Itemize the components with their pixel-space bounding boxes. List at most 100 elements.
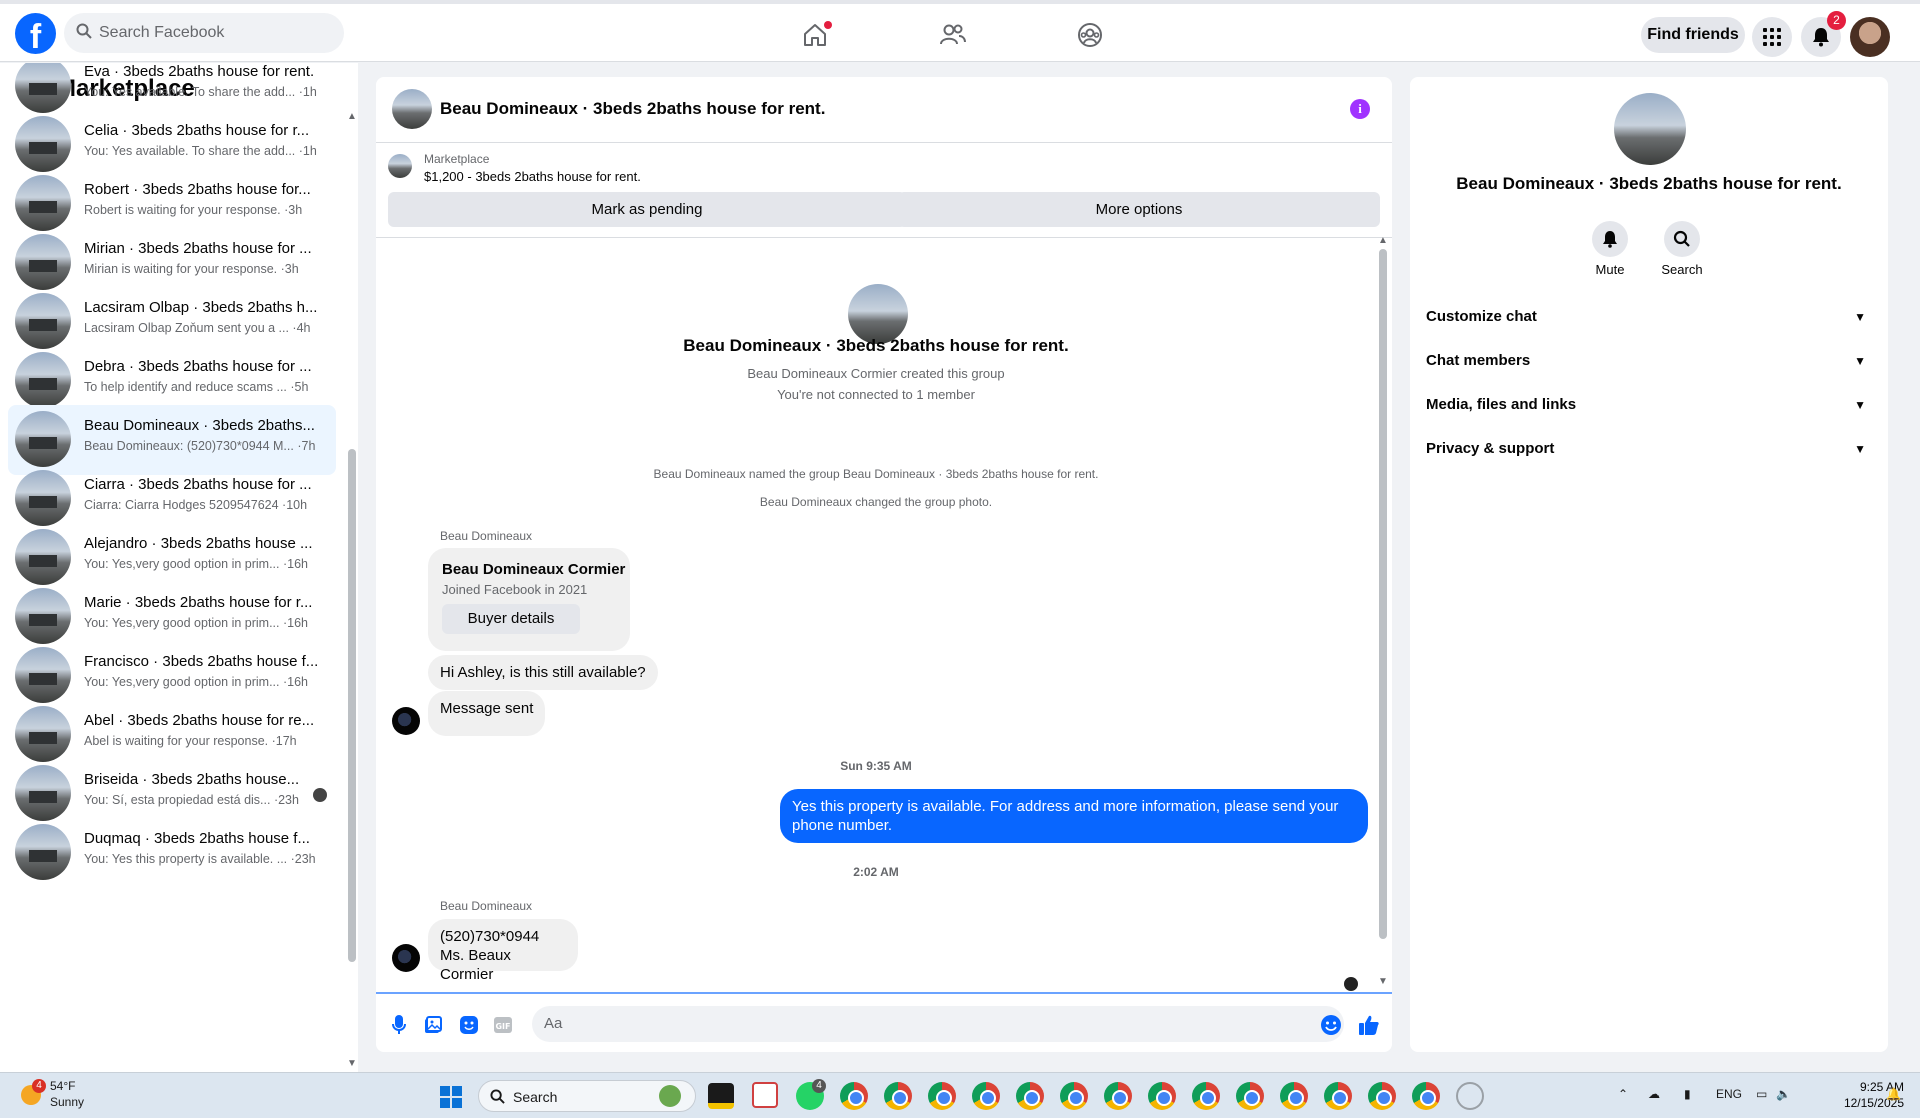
scroll-down-arrow-icon[interactable]: ▼ — [1378, 976, 1388, 987]
sticky-notes-icon[interactable] — [708, 1083, 734, 1109]
thumbs-up-icon[interactable] — [1358, 1014, 1380, 1036]
chevron-up-icon[interactable]: ⌃ — [1618, 1087, 1628, 1101]
read-receipt-avatar — [1344, 977, 1358, 991]
media-files-links-section[interactable]: Media, files and links ▼ — [1426, 387, 1872, 423]
chrome-icon[interactable] — [1368, 1082, 1396, 1110]
language-indicator[interactable]: ENG — [1716, 1087, 1742, 1101]
search-label[interactable]: Search — [1642, 262, 1722, 277]
marketplace-listing-row[interactable]: Marketplace $1,200 - 3beds 2baths house … — [376, 143, 1392, 193]
friends-icon[interactable] — [933, 18, 973, 52]
conversation-title: Robert · 3beds 2baths house for... — [84, 181, 311, 198]
sender-avatar[interactable] — [392, 944, 420, 972]
groups-icon[interactable] — [1070, 18, 1110, 52]
buyer-name: Beau Domineaux Cormier — [442, 561, 626, 578]
message-area[interactable]: Beau Domineaux · 3beds 2baths house for … — [376, 235, 1392, 994]
conversation-snippet: You: Yes,very good option in prim... ·16… — [84, 616, 308, 630]
conversation-title: Lacsiram Olbap · 3beds 2baths h... — [84, 299, 318, 316]
scroll-up-arrow-icon[interactable]: ▲ — [347, 111, 357, 122]
group-avatar — [848, 284, 908, 344]
conversation-snippet: Abel is waiting for your response. ·17h — [84, 734, 297, 748]
chrome-icon[interactable] — [1192, 1082, 1220, 1110]
emoji-icon[interactable] — [1320, 1014, 1342, 1036]
snipping-tool-icon[interactable] — [752, 1082, 778, 1108]
windows-start-icon[interactable] — [440, 1086, 462, 1108]
conversation-snippet: You: Yes available. To share the add... … — [84, 144, 317, 158]
group-name: Beau Domineaux · 3beds 2baths house for … — [683, 336, 1069, 355]
scroll-down-arrow-icon[interactable]: ▼ — [347, 1058, 357, 1069]
conversation-snippet: You: Yes available. To share the add... … — [84, 85, 317, 99]
chrome-icon[interactable] — [1324, 1082, 1352, 1110]
search-icon[interactable] — [1664, 221, 1700, 257]
taskbar-search-input[interactable]: Search — [478, 1080, 696, 1112]
conversation-title: Briseida · 3beds 2baths house... — [84, 771, 300, 788]
volume-icon[interactable]: 🔈 — [1776, 1087, 1791, 1101]
customize-chat-section[interactable]: Customize chat ▼ — [1426, 299, 1872, 335]
chat-scrollbar[interactable] — [1379, 249, 1387, 939]
microphone-icon[interactable] — [388, 1014, 410, 1036]
menu-grid-icon[interactable] — [1752, 17, 1792, 57]
chrome-icon[interactable] — [1280, 1082, 1308, 1110]
notification-bell-icon[interactable]: 🔔 — [1886, 1087, 1901, 1101]
conversation-avatar — [15, 529, 71, 585]
photo-icon[interactable] — [422, 1014, 444, 1036]
privacy-support-section[interactable]: Privacy & support ▼ — [1426, 431, 1872, 467]
conversation-snippet: Mirian is waiting for your response. ·3h — [84, 262, 299, 276]
marketplace-conversation-list: Marketplace Eva · 3beds 2baths house for… — [0, 63, 358, 1072]
chat-header: Beau Domineaux · 3beds 2baths house for … — [376, 77, 1392, 143]
chrome-icon[interactable] — [884, 1082, 912, 1110]
conversation-title: Celia · 3beds 2baths house for r... — [84, 122, 310, 139]
chrome-icon[interactable] — [1104, 1082, 1132, 1110]
incoming-message[interactable]: Message sent — [428, 691, 546, 736]
sender-name: Beau Domineaux — [440, 899, 533, 913]
chat-title[interactable]: Beau Domineaux · 3beds 2baths house for … — [440, 99, 825, 119]
scroll-up-arrow-icon[interactable]: ▲ — [1378, 235, 1388, 246]
message-composer-input[interactable]: Aa — [532, 1006, 1344, 1042]
conversation-item[interactable]: Duqmaq · 3beds 2baths house f... You: Yes… — [8, 818, 336, 888]
mute-label[interactable]: Mute — [1570, 262, 1650, 277]
chat-members-section[interactable]: Chat members ▼ — [1426, 343, 1872, 379]
cloud-offline-icon[interactable]: ☁ — [1648, 1087, 1660, 1101]
chat-avatar[interactable] — [392, 89, 432, 129]
page-scrollbar[interactable] — [1906, 63, 1920, 1072]
outgoing-message[interactable]: Yes this property is available. For addr… — [780, 789, 1368, 843]
find-friends-button[interactable]: Find friends — [1641, 17, 1745, 53]
chat-details-panel: Beau Domineaux · 3beds 2baths house for … — [1410, 77, 1888, 1052]
chrome-icon[interactable] — [928, 1082, 956, 1110]
mute-bell-icon[interactable] — [1592, 221, 1628, 257]
chrome-icon[interactable] — [1412, 1082, 1440, 1110]
chrome-icon[interactable] — [1016, 1082, 1044, 1110]
facebook-logo-icon[interactable]: f — [15, 13, 56, 54]
chrome-icon[interactable] — [972, 1082, 1000, 1110]
group-avatar-large[interactable] — [1614, 93, 1686, 165]
buyer-details-button[interactable]: Buyer details — [442, 604, 580, 634]
search-icon — [76, 23, 92, 39]
search-facebook-input[interactable]: Search Facebook — [64, 13, 344, 53]
chrome-icon[interactable] — [1148, 1082, 1176, 1110]
info-icon[interactable]: i — [1350, 99, 1370, 119]
group-created-text: Beau Domineaux Cormier created this grou… — [747, 366, 1005, 381]
incoming-message[interactable]: Hi Ashley, is this still available? — [428, 655, 658, 690]
app-icon[interactable] — [1456, 1082, 1484, 1110]
conversation-title: Francisco · 3beds 2baths house f... — [84, 653, 319, 670]
chrome-icon[interactable] — [1060, 1082, 1088, 1110]
conversation-avatar — [15, 470, 71, 526]
whatsapp-badge: 4 — [812, 1079, 826, 1093]
gif-icon[interactable]: GIF — [492, 1014, 514, 1036]
sticker-icon[interactable] — [458, 1014, 480, 1036]
network-icon[interactable]: ▭ — [1756, 1087, 1767, 1101]
incoming-message[interactable]: (520)730*0944 Ms. Beaux Cormier — [428, 919, 578, 983]
sender-avatar[interactable] — [392, 707, 420, 735]
chrome-icon[interactable] — [840, 1082, 868, 1110]
more-options-button[interactable]: More options — [898, 192, 1380, 227]
listing-thumbnail — [388, 154, 412, 178]
listing-price: $1,200 - 3beds 2baths house for rent. — [424, 169, 641, 184]
temperature: 54°F — [50, 1079, 76, 1093]
top-bar: f Search Facebook Find friends 2 — [0, 0, 1920, 62]
left-scrollbar[interactable] — [348, 449, 356, 962]
message-line: (520)730*0944 — [440, 928, 540, 945]
profile-avatar[interactable] — [1850, 17, 1890, 57]
system-message: Beau Domineaux named the group Beau Domi… — [653, 467, 1099, 481]
battery-icon[interactable]: ▮ — [1684, 1087, 1691, 1101]
chrome-icon[interactable] — [1236, 1082, 1264, 1110]
mark-as-pending-button[interactable]: Mark as pending — [388, 192, 906, 227]
